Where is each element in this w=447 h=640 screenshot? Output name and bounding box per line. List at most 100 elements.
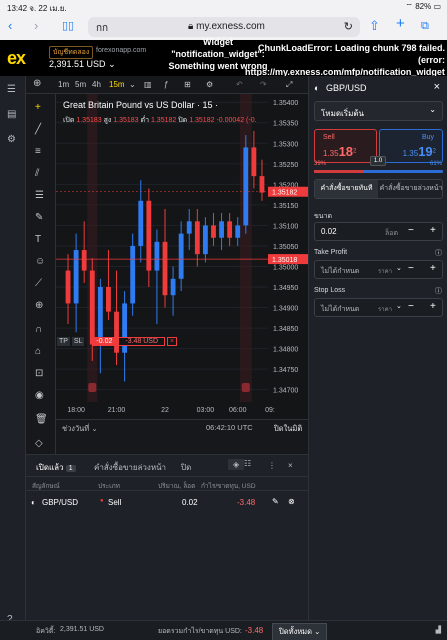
chevron-down-icon[interactable]: ⌄ bbox=[129, 80, 136, 89]
sell-button[interactable]: Sell 1.35182 bbox=[314, 129, 377, 163]
hline-icon[interactable]: ≡ bbox=[35, 146, 41, 157]
tp-increase-button[interactable]: + bbox=[430, 263, 436, 274]
sl-increase-button[interactable]: + bbox=[430, 301, 436, 312]
candle-body bbox=[211, 225, 216, 238]
battery-icon: ▭ bbox=[433, 2, 441, 11]
visibility-icon[interactable]: ◉ bbox=[35, 390, 44, 401]
position-line-label[interactable]: TP SL -0.02 -3.48 USD × bbox=[57, 337, 178, 346]
ruler-icon[interactable]: ⟋ bbox=[35, 278, 42, 289]
timeframe-1m[interactable]: 1m bbox=[58, 80, 69, 89]
timeframe-4h[interactable]: 4h bbox=[92, 80, 101, 89]
info-icon[interactable]: ⓘ bbox=[435, 248, 442, 258]
sl-button[interactable]: SL bbox=[71, 337, 85, 346]
back-icon[interactable]: ‹ bbox=[8, 18, 12, 34]
chevron-down-icon[interactable]: ⌄ bbox=[396, 302, 402, 310]
buy-button[interactable]: Buy 1.35192 bbox=[379, 129, 443, 163]
trendline-icon[interactable]: ╱ bbox=[35, 124, 41, 135]
share-icon[interactable]: ⇧ bbox=[369, 18, 380, 34]
timeframe-15m[interactable]: 15m bbox=[109, 80, 125, 89]
take-profit-field[interactable]: ไม่ได้กำหนด ราคา ⌄ − + bbox=[314, 260, 443, 279]
zoom-icon[interactable]: ⊕ bbox=[35, 300, 43, 311]
lock-drawings-icon[interactable]: ⌂ bbox=[35, 346, 41, 357]
symbol-flag-icon: ◐ bbox=[314, 83, 320, 93]
price-chart[interactable]: 1.35400 1.35350 1.35300 1.35250 1.35200 1.351… bbox=[56, 94, 308, 419]
fullscreen-icon[interactable]: ⤢ bbox=[286, 80, 292, 90]
session-marker bbox=[241, 383, 250, 392]
menu-icon[interactable]: ☰ bbox=[7, 84, 16, 95]
close-icon[interactable]: × bbox=[434, 81, 440, 93]
candlestick-chart[interactable]: 1.354001.353501.353001.352501.352001.351… bbox=[56, 94, 308, 419]
volume-decrease-button[interactable]: − bbox=[408, 225, 414, 236]
reader-aa-button[interactable]: กก bbox=[96, 21, 108, 36]
market-order-tab[interactable]: คำสั่งซื้อขายทันที bbox=[315, 180, 378, 198]
pending-order-tab[interactable]: คำสั่งซื้อขายล่วงหน้า bbox=[379, 180, 443, 198]
channel-icon[interactable]: ⫽ bbox=[35, 168, 39, 179]
tab-open[interactable]: เปิดแล้ว 1 bbox=[36, 461, 76, 474]
settings-icon[interactable]: ⚙ bbox=[7, 134, 16, 145]
candle-body bbox=[194, 221, 200, 255]
candle-body bbox=[138, 200, 144, 246]
order-mode-select[interactable]: โหมดเริ่มต้น ⌄ bbox=[314, 101, 443, 121]
x-tick-label: 22 bbox=[161, 407, 169, 414]
magnet-icon[interactable]: ∩ bbox=[35, 324, 42, 335]
settings-icon[interactable]: ⚙ bbox=[206, 80, 213, 89]
trash-icon[interactable]: 🗑︎ bbox=[35, 414, 48, 425]
lock-icon[interactable]: ⊡ bbox=[35, 368, 43, 379]
reload-icon[interactable]: ↻ bbox=[344, 20, 353, 33]
account-balance[interactable]: 2,391.51 USD ⌄ bbox=[49, 59, 116, 70]
candle-body bbox=[73, 250, 79, 304]
close-position-icon[interactable]: ⊗ bbox=[288, 497, 295, 506]
edit-icon[interactable]: ✎ bbox=[272, 497, 279, 506]
info-icon[interactable]: ⓘ bbox=[435, 286, 442, 296]
row-type: Sell bbox=[108, 498, 122, 507]
close-icon[interactable]: × bbox=[288, 461, 293, 470]
row-pnl: -3.48 bbox=[237, 498, 256, 507]
tabs-icon[interactable]: ⧉ bbox=[421, 18, 429, 34]
tab-pending[interactable]: คำสั่งซื้อขายล่วงหน้า bbox=[94, 461, 166, 474]
list-icon[interactable]: ☷ bbox=[244, 459, 251, 468]
candle-body bbox=[227, 221, 233, 238]
layers-icon[interactable]: ◈ bbox=[228, 459, 245, 470]
close-position-button[interactable]: × bbox=[166, 337, 178, 346]
volume-field[interactable]: 0.02 ล็อต − + bbox=[314, 222, 443, 241]
tp-decrease-button[interactable]: − bbox=[408, 263, 414, 274]
new-tab-icon[interactable]: + bbox=[396, 16, 405, 32]
grid-icon[interactable]: ⊞ bbox=[184, 80, 191, 89]
crosshair-icon[interactable]: + bbox=[35, 102, 41, 113]
text-icon[interactable]: T bbox=[35, 234, 41, 245]
timeframe-5m[interactable]: 5m bbox=[75, 80, 86, 89]
tp-button[interactable]: TP bbox=[57, 337, 70, 346]
symbol-flag-icon: ◐ bbox=[31, 498, 36, 507]
date-range-button[interactable]: ช่วงวันที่ ⌄ bbox=[62, 423, 98, 435]
y-tick-label: 1.34800 bbox=[273, 347, 298, 354]
redo-icon[interactable]: ↷ bbox=[260, 80, 267, 89]
table-row[interactable]: ◐ GBP/USD ● Sell 0.02 -3.48 ✎ ⊗ bbox=[26, 493, 308, 513]
address-bar[interactable]: กก 🔒︎ my.exness.com ↻ bbox=[88, 17, 360, 37]
tab-closed[interactable]: ปิด bbox=[181, 461, 191, 474]
diamond-icon[interactable]: ◇ bbox=[35, 438, 43, 449]
fib-icon[interactable]: ☰ bbox=[35, 190, 44, 201]
forward-icon[interactable]: › bbox=[34, 18, 38, 34]
market-status[interactable]: ปิดในมิติ bbox=[274, 423, 302, 435]
stop-loss-field[interactable]: ไม่ได้กำหนด ราคา ⌄ − + bbox=[314, 298, 443, 317]
chevron-down-icon[interactable]: ⌄ bbox=[396, 264, 402, 272]
exness-logo[interactable]: ex bbox=[7, 48, 26, 69]
brush-icon[interactable]: ✎ bbox=[35, 212, 43, 223]
y-tick-label: 1.35050 bbox=[273, 244, 298, 251]
sidebar-icon[interactable]: ▯▯ bbox=[62, 18, 74, 34]
calendar-icon[interactable]: ▤ bbox=[7, 109, 16, 120]
close-all-button[interactable]: ปิดทั้งหมด ⌄ bbox=[272, 623, 328, 640]
account-type-badge[interactable]: บัญชีทดลอง bbox=[49, 46, 94, 59]
candle-type-icon[interactable]: ▥ bbox=[144, 80, 152, 89]
undo-icon[interactable]: ↶ bbox=[236, 80, 243, 89]
order-type-toggle: คำสั่งซื้อขายทันที คำสั่งซื้อขายล่วงหน้า bbox=[314, 179, 443, 199]
add-indicator-icon[interactable]: ⊕ bbox=[33, 78, 41, 89]
sl-decrease-button[interactable]: − bbox=[408, 301, 414, 312]
url-text[interactable]: 🔒︎ my.exness.com bbox=[188, 21, 265, 32]
volume-increase-button[interactable]: + bbox=[430, 225, 436, 236]
sell-label: Sell bbox=[323, 134, 335, 141]
indicators-icon[interactable]: ƒ bbox=[164, 80, 168, 89]
candle-body bbox=[89, 270, 95, 345]
emoji-icon[interactable]: ☺ bbox=[35, 256, 45, 267]
more-icon[interactable]: ⋮ bbox=[268, 461, 276, 470]
